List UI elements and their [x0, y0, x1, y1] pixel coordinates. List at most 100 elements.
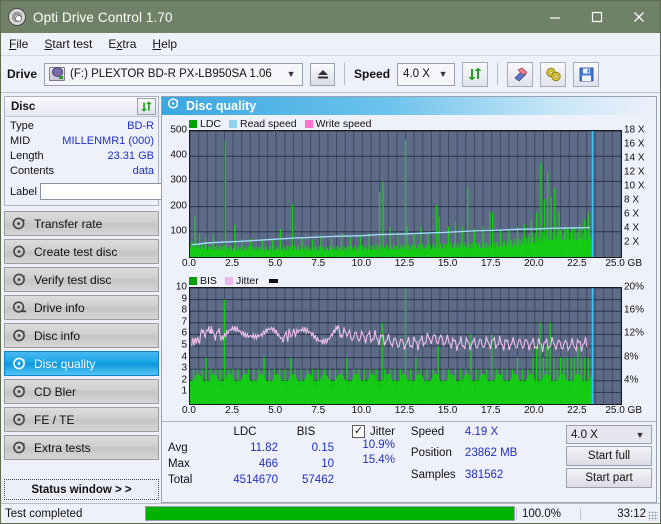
start-full-button[interactable]: Start full — [566, 446, 652, 466]
legend-label: BIS — [200, 274, 217, 287]
erase-button[interactable] — [507, 61, 534, 87]
x-tick-label: 2.5 — [225, 405, 240, 416]
resize-grip[interactable] — [648, 511, 658, 521]
status-window-button[interactable]: Status window > > — [4, 479, 159, 500]
x-tick-label: 25.0 GB — [605, 258, 643, 269]
legend-write-speed: Write speed — [304, 118, 372, 130]
stats-corner — [168, 425, 212, 440]
ldc-x-axis: 0.0 2.5 5.0 7.5 10.0 12.5 15.0 17.5 20.0 22.5 25.0… — [182, 258, 642, 272]
x-tick-label: 15.0 — [437, 405, 458, 416]
stats-total-ldc: 4514670 — [233, 474, 278, 486]
x-tick-label: 2.5 — [225, 258, 240, 269]
menu-extra[interactable]: Extra — [108, 37, 136, 51]
statistics-panel: LDC BIS Avg 11.82 0.15 Max 466 10 Total … — [162, 421, 656, 490]
y-tick-label: 200 — [170, 200, 187, 212]
chevron-down-icon: ▼ — [635, 429, 645, 440]
progress-bar-fill — [146, 507, 514, 520]
window-controls — [534, 1, 660, 33]
error-stats-table: LDC BIS Avg 11.82 0.15 Max 466 10 Total … — [168, 425, 334, 488]
stats-row-max-label: Max — [168, 458, 190, 470]
disc-row-mid: MID MILLENMR1 (000) — [10, 134, 154, 149]
sidebar-item-extra-tests[interactable]: Extra tests — [4, 435, 159, 460]
x-tick-label: 20.0 — [524, 405, 544, 416]
sidebar-item-create-test-disc[interactable]: Create test disc — [4, 239, 159, 264]
minimize-icon[interactable] — [534, 1, 576, 33]
legend-swatch-bis — [189, 276, 197, 285]
legend-label: Jitter — [235, 274, 259, 287]
sidebar-item-transfer-rate[interactable]: Transfer rate — [4, 211, 159, 236]
maximize-icon[interactable] — [576, 1, 618, 33]
start-part-button[interactable]: Start part — [566, 468, 652, 488]
speed-label: Speed — [354, 67, 391, 81]
disc-tools-button[interactable] — [540, 61, 567, 87]
y-tick-label: 4 — [181, 351, 187, 363]
y-tick-label: 100 — [170, 225, 187, 237]
position-value: 23862 MB — [464, 447, 518, 460]
legend-read-speed: Read speed — [229, 118, 297, 130]
disc-length-label: Length — [10, 150, 44, 162]
stats-header-bis: BIS — [296, 426, 316, 438]
ldc-chart-legend: LDC Read speed Write speed — [165, 117, 653, 130]
disc-quality-panel: Disc quality LDC Read speed Write speed … — [161, 96, 657, 503]
jitter-header: ✓ Jitter — [352, 425, 395, 438]
sidebar-item-disc-quality[interactable]: Disc quality — [4, 351, 159, 376]
legend-jitter: Jitter — [224, 274, 259, 287]
ldc-plot-row: 100 200 300 400 500 2 X 4 X 6 X 8 X 10 X 12 X 14 X… — [165, 125, 653, 258]
close-icon[interactable] — [618, 1, 660, 33]
disc-length-value: 23.31 GB — [107, 150, 154, 162]
bis-x-axis: 0.0 2.5 5.0 7.5 10.0 12.5 15.0 17.5 20.0 22.5 25.0… — [182, 405, 642, 419]
y-tick-label: 3 — [181, 362, 187, 374]
x-tick-label: 7.5 — [311, 405, 326, 416]
test-speed-select[interactable]: 4.0 X ▼ — [566, 425, 652, 444]
drive-label: Drive — [7, 67, 38, 81]
progress-percent: 100.0% — [516, 507, 580, 520]
jitter-label: Jitter — [370, 425, 395, 438]
x-tick-label: 7.5 — [311, 258, 326, 269]
application-window: Opti Drive Control 1.70 FFileile Start t… — [0, 0, 661, 524]
x-tick-label: 20.0 — [524, 258, 544, 269]
ldc-y-axis-left: 100 200 300 400 500 — [165, 125, 189, 256]
fe-te-icon — [12, 412, 27, 427]
sidebar-item-verify-test-disc[interactable]: Verify test disc — [4, 267, 159, 292]
eject-button[interactable] — [310, 62, 336, 86]
sidebar-item-disc-info[interactable]: Disc info — [4, 323, 159, 348]
test-speed-value: 4.0 X — [571, 428, 598, 441]
speed-select-value: 4.0 X — [403, 68, 430, 80]
menu-file[interactable]: FFileile — [9, 37, 28, 51]
sidebar-label: Drive info — [34, 300, 85, 315]
disc-panel: Disc Type BD-R MID MILLENMR1 (000) Lengt… — [4, 96, 207, 206]
y2-tick-label: 20% — [624, 281, 645, 293]
refresh-button[interactable] — [462, 61, 489, 87]
progress-bar — [145, 506, 515, 521]
sidebar: Disc Type BD-R MID MILLENMR1 (000) Lengt… — [1, 93, 207, 503]
disc-panel-header: Disc — [5, 97, 158, 117]
disc-refresh-button[interactable] — [137, 98, 156, 115]
disc-panel-title: Disc — [11, 100, 36, 113]
speed-select[interactable]: 4.0 X ▼ — [397, 62, 456, 86]
sidebar-item-drive-info[interactable]: Drive info — [4, 295, 159, 320]
y2-tick-label: 8% — [624, 351, 639, 363]
main-panel: Disc quality LDC Read speed Write speed … — [161, 93, 660, 503]
sidebar-item-fe-te[interactable]: FE / TE — [4, 407, 159, 432]
sidebar-label: Verify test disc — [34, 272, 112, 287]
legend-marker-icon — [268, 278, 278, 283]
stats-max-bis: 10 — [321, 458, 334, 470]
legend-label: Read speed — [240, 117, 297, 130]
menu-start-test[interactable]: Start test — [44, 37, 92, 51]
sidebar-item-cd-bler[interactable]: CD Bler — [4, 379, 159, 404]
y2-tick-label: 16 X — [624, 138, 645, 150]
drive-select[interactable]: (F:) PLEXTOR BD-R PX-LB950SA 1.06 ▼ — [44, 62, 304, 86]
y2-tick-label: 14 X — [624, 152, 645, 164]
y-tick-label: 1 — [181, 385, 187, 397]
legend-swatch-jitter — [224, 276, 233, 285]
disc-row-contents: Contents data — [10, 164, 154, 179]
stats-row-total-label: Total — [168, 474, 193, 486]
y2-tick-label: 16% — [624, 304, 645, 316]
samples-label: Samples — [410, 468, 456, 481]
save-button[interactable] — [573, 61, 600, 87]
y-tick-label: 8 — [181, 304, 187, 316]
menu-help[interactable]: Help — [152, 37, 177, 51]
jitter-checkbox[interactable]: ✓ — [352, 425, 365, 438]
stats-header-ldc: LDC — [233, 426, 257, 438]
cd-bler-icon — [12, 384, 27, 399]
